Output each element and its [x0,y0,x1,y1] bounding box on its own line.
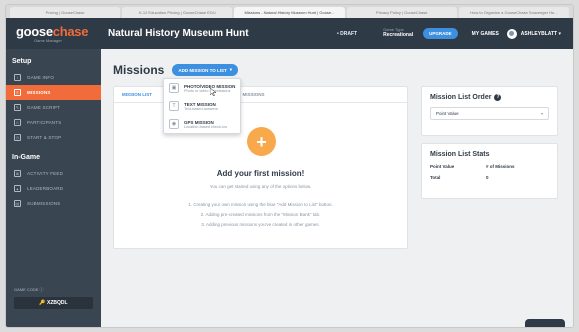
dropdown-item-gps[interactable]: ◉ GPS MISSION Location-based check-ins [164,115,240,133]
browser-tab-how-to[interactable]: How to Organize a GooseChase Scavenger H… [458,7,570,18]
leaderboard-icon: ▴ [14,185,21,192]
stats-header-row: Point Value # of Missions [430,164,549,169]
game-title: Natural History Museum Hunt [108,28,249,39]
empty-state-steps: 1. Creating your own mission using the b… [114,200,407,230]
app-window: Pricing | GooseChase K-12 Education Pric… [5,4,574,328]
tab-mission-list[interactable]: MISSION LIST [122,92,152,97]
stats-total-row: Total 0 [430,175,549,180]
goosechase-logo[interactable]: goosechase Game Manager [6,25,98,43]
submissions-icon: ▤ [14,200,21,207]
sidebar-item-submissions[interactable]: ▤ SUBMISSIONS [6,196,101,211]
logo-chase: chase [52,23,89,39]
chat-widget[interactable] [525,319,565,327]
add-mission-dropdown: ▣ PHOTO/VIDEO MISSION Photo or video sub… [163,78,241,134]
stats-total-value: 0 [486,175,489,180]
dropdown-item-subtitle: Location-based check-ins [184,124,228,129]
browser-tab-edu-pricing[interactable]: K-12 Education Pricing | GooseChase EDU [122,7,233,18]
dropdown-item-subtitle: Text-based answers [184,106,218,111]
game-type: Game Type Recreational [383,28,413,38]
sidebar-item-label: GAME INFO [27,75,55,80]
step-2: 2. Adding pre-created missions from the … [200,212,321,217]
top-bar-right: • DRAFT Game Type Recreational UPGRADE M… [337,28,573,39]
missions-header: Missions ADD MISSION TO LIST ▾ [113,63,239,77]
my-games-link[interactable]: MY GAMES [472,31,499,37]
game-code-label: GAME CODE ⓘ [14,287,44,292]
help-icon[interactable]: ? [494,94,502,101]
mission-list-panel: MISSION LIST PREVIOUS MISSIONS + Add you… [113,86,408,249]
mission-tabs: MISSION LIST PREVIOUS MISSIONS [114,87,407,103]
mouse-cursor-icon [210,88,216,96]
text-icon: T [169,101,179,111]
browser-tab-privacy[interactable]: Privacy Policy | GooseChase [346,7,457,18]
stats-col-missions: # of Missions [486,164,515,169]
list-icon: ≡ [14,89,21,96]
dropdown-item-photo-video[interactable]: ▣ PHOTO/VIDEO MISSION Photo or video sub… [164,79,240,97]
plus-icon: + [256,131,267,152]
people-icon: ☺ [14,119,21,126]
dropdown-item-text[interactable]: T TEXT MISSION Text-based answers [164,97,240,115]
sidebar-item-label: ACTIVITY FEED [27,171,64,176]
sidebar-item-start-stop[interactable]: ◷ START & STOP [6,130,101,145]
sidebar-item-label: LEADERBOARD [27,186,64,191]
add-mission-label: ADD MISSION TO LIST [178,67,227,73]
sidebar-item-activity-feed[interactable]: ≣ ACTIVITY FEED [6,166,101,181]
order-card-title-text: Mission List Order [430,94,492,101]
sidebar-item-label: PARTICIPANTS [27,120,62,125]
mission-list-order-card: Mission List Order ? Point Value ▾ [421,86,558,136]
main-content: Missions ADD MISSION TO LIST ▾ MISSION L… [101,49,573,327]
sidebar-item-leaderboard[interactable]: ▴ LEADERBOARD [6,181,101,196]
browser-tab-pricing[interactable]: Pricing | GooseChase [10,7,121,18]
step-3: 3. Adding previous missions you've creat… [201,222,320,227]
order-select-value: Point Value [436,111,459,116]
user-menu[interactable]: ASHLEYBLATT ▾ [521,31,561,37]
gps-icon: ◉ [169,119,179,129]
browser-tab-bar: Pricing | GooseChase K-12 Education Pric… [6,5,573,18]
script-icon: ✎ [14,104,21,111]
stats-total-label: Total [430,175,441,180]
upgrade-button[interactable]: UPGRADE [423,28,458,39]
user-icon [509,31,515,36]
sidebar: Setup i GAME INFO ≡ MISSIONS ✎ GAME SCRI… [6,49,101,327]
photo-icon: ▣ [169,83,179,93]
game-type-value: Recreational [383,31,414,38]
sidebar-item-label: SUBMISSIONS [27,201,61,206]
feed-icon: ≣ [14,170,21,177]
draft-status: • DRAFT [337,30,358,37]
dropdown-item-title: TEXT MISSION [184,101,216,107]
stats-col-point-value: Point Value [430,164,455,169]
empty-state-subtitle: You can get started using any of the opt… [209,184,312,189]
add-mission-button[interactable]: ADD MISSION TO LIST ▾ [172,64,239,76]
sidebar-item-game-script[interactable]: ✎ GAME SCRIPT [6,100,101,115]
avatar[interactable] [506,28,517,39]
ingame-section-title: In-Game [12,154,41,161]
stats-card-title: Mission List Stats [430,151,490,158]
top-bar: goosechase Game Manager Natural History … [6,18,573,49]
chevron-down-icon: ▾ [540,111,543,116]
logo-subtitle: Game Manager [34,37,62,43]
empty-state-title: Add your first mission! [216,169,305,178]
order-select[interactable]: Point Value ▾ [430,107,549,120]
order-card-title: Mission List Order ? [430,94,549,101]
step-1: 1. Creating your own mission using the b… [188,202,333,207]
sidebar-item-label: START & STOP [27,135,62,140]
sidebar-item-game-info[interactable]: i GAME INFO [6,70,101,85]
clock-icon: ◷ [14,134,21,141]
sidebar-item-label: MISSIONS [27,90,51,95]
chevron-down-icon: ▾ [229,67,233,72]
sidebar-item-participants[interactable]: ☺ PARTICIPANTS [6,115,101,130]
info-icon: i [14,74,21,81]
sidebar-item-label: GAME SCRIPT [27,105,61,110]
sidebar-item-missions[interactable]: ≡ MISSIONS [6,85,101,100]
page-title: Missions [113,63,165,77]
logo-goose: goose [16,23,53,39]
mission-list-stats-card: Mission List Stats Point Value # of Miss… [421,143,558,199]
browser-tab-missions[interactable]: Missions - Natural History Museum Hunt |… [234,7,345,18]
game-code-area: GAME CODE ⓘ 🔑 XZBQDL [6,287,101,309]
add-mission-plus-button[interactable]: + [247,127,276,156]
setup-section-title: Setup [12,58,32,65]
game-code[interactable]: 🔑 XZBQDL [14,297,93,309]
